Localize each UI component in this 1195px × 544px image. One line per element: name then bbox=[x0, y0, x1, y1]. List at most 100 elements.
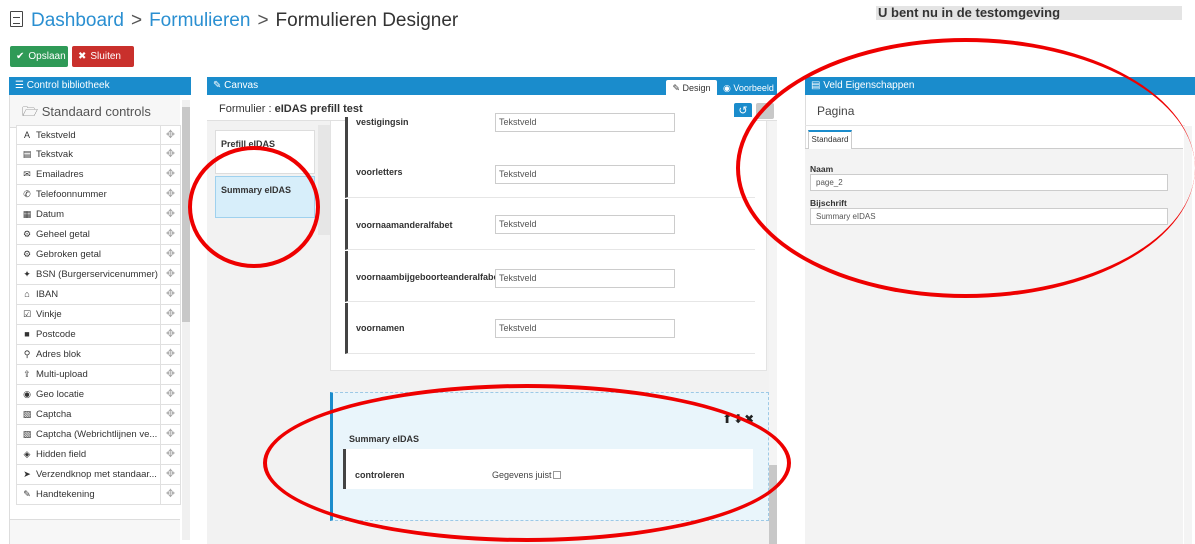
field-label: voorletters bbox=[356, 167, 403, 177]
library-item[interactable]: ▤ Tekstvak ✥ bbox=[16, 145, 181, 165]
library-item[interactable]: ⚙ Gebroken getal ✥ bbox=[16, 245, 181, 265]
properties-scrollbar[interactable] bbox=[1184, 126, 1192, 544]
library-item[interactable]: ⌂ IBAN ✥ bbox=[16, 285, 181, 305]
library-item-label: Hidden field bbox=[36, 449, 87, 460]
close-button[interactable]: ✖ Sluiten bbox=[72, 46, 134, 67]
drag-handle-icon[interactable]: ✥ bbox=[160, 285, 180, 304]
delete-icon[interactable]: ✖ bbox=[744, 412, 755, 426]
library-item-label: Handtekening bbox=[36, 489, 95, 500]
field-input[interactable]: Tekstveld bbox=[495, 319, 675, 338]
tab-standaard[interactable]: Standaard bbox=[808, 130, 852, 149]
control-icon: ▧ bbox=[22, 409, 32, 419]
library-item-label: Telefoonnummer bbox=[36, 189, 107, 200]
control-icon: ☑ bbox=[22, 309, 32, 319]
control-icon: ▧ bbox=[22, 429, 32, 439]
drag-handle-icon[interactable]: ✥ bbox=[160, 325, 180, 344]
field-input[interactable]: Tekstveld bbox=[495, 165, 675, 184]
drag-handle-icon[interactable]: ✥ bbox=[160, 485, 180, 504]
library-item-label: Vinkje bbox=[36, 309, 62, 320]
summary-field-row[interactable] bbox=[343, 449, 753, 489]
tab-design[interactable]: ✎ Design bbox=[666, 80, 717, 96]
library-item[interactable]: ✆ Telefoonnummer ✥ bbox=[16, 185, 181, 205]
settings-button[interactable] bbox=[756, 103, 774, 119]
library-item[interactable]: ◈ Hidden field ✥ bbox=[16, 445, 181, 465]
form-field-row[interactable]: voornamen Tekstveld bbox=[345, 303, 755, 354]
summary-checkbox[interactable] bbox=[552, 471, 561, 479]
field-input[interactable]: Tekstveld bbox=[495, 269, 675, 288]
form-field-row[interactable]: voornaambijgeboorteanderalfabet Tekstvel… bbox=[345, 251, 755, 302]
tab-preview-label: Voorbeeld bbox=[733, 83, 774, 93]
drag-handle-icon[interactable]: ✥ bbox=[160, 465, 180, 484]
library-item[interactable]: ▧ Captcha (Webrichtlijnen ve... ✥ bbox=[16, 425, 181, 445]
page-tab-summary[interactable]: Summary eIDAS bbox=[215, 176, 315, 218]
control-icon: A bbox=[23, 130, 30, 140]
library-item[interactable]: ⇪ Multi-upload ✥ bbox=[16, 365, 181, 385]
page-tab-prefill[interactable]: Prefill eIDAS bbox=[215, 130, 315, 174]
field-input[interactable]: Tekstveld bbox=[495, 113, 675, 132]
breadcrumb-dashboard-link[interactable]: Dashboard bbox=[31, 10, 124, 31]
drag-handle-icon[interactable]: ✥ bbox=[160, 205, 180, 224]
canvas-scrollbar-thumb[interactable] bbox=[769, 465, 777, 544]
breadcrumb-formulieren-link[interactable]: Formulieren bbox=[149, 10, 250, 31]
drag-handle-icon[interactable]: ✥ bbox=[160, 345, 180, 364]
library-item-label: Gebroken getal bbox=[36, 249, 101, 260]
tab-preview[interactable]: ◉ Voorbeeld bbox=[720, 80, 777, 96]
field-label: vestigingsin bbox=[356, 117, 409, 127]
drag-handle-icon[interactable]: ✥ bbox=[160, 185, 180, 204]
move-down-icon[interactable]: ⬇ bbox=[733, 412, 744, 426]
control-icon: ■ bbox=[24, 329, 30, 339]
breadcrumb-current: Formulieren Designer bbox=[275, 10, 459, 31]
library-item[interactable]: ✦ BSN (Burgerservicenummer) ✥ bbox=[16, 265, 181, 285]
library-item-label: Multi-upload bbox=[36, 369, 88, 380]
library-next-section[interactable] bbox=[10, 519, 180, 544]
library-item[interactable]: ✎ Handtekening ✥ bbox=[16, 485, 181, 505]
move-up-icon[interactable]: ⬆ bbox=[722, 412, 733, 426]
library-item-label: Captcha (Webrichtlijnen ve... bbox=[36, 429, 158, 440]
section-actions: ⬆⬇✖ bbox=[722, 412, 755, 426]
drag-handle-icon[interactable]: ✥ bbox=[160, 365, 180, 384]
form-field-row[interactable]: voorletters Tekstveld bbox=[345, 146, 755, 198]
drag-handle-icon[interactable]: ✥ bbox=[160, 145, 180, 164]
library-item[interactable]: ☑ Vinkje ✥ bbox=[16, 305, 181, 325]
name-field[interactable]: page_2 bbox=[810, 174, 1168, 191]
field-input[interactable]: Tekstveld bbox=[495, 215, 675, 234]
drag-handle-icon[interactable]: ✥ bbox=[160, 405, 180, 424]
library-item[interactable]: ■ Postcode ✥ bbox=[16, 325, 181, 345]
drag-handle-icon[interactable]: ✥ bbox=[160, 425, 180, 444]
name-label: Naam bbox=[810, 164, 834, 174]
library-item[interactable]: ⚲ Adres blok ✥ bbox=[16, 345, 181, 365]
drag-handle-icon[interactable]: ✥ bbox=[160, 385, 180, 404]
library-section-header[interactable]: 🗁 Standaard controls bbox=[10, 95, 180, 128]
check-icon: ✔ bbox=[16, 51, 25, 62]
drag-handle-icon[interactable]: ✥ bbox=[160, 225, 180, 244]
drag-handle-icon[interactable]: ✥ bbox=[160, 265, 180, 284]
library-item-label: Verzendknop met standaar... bbox=[36, 469, 157, 480]
edit-icon: ✎ bbox=[213, 80, 225, 91]
document-icon bbox=[10, 11, 23, 27]
drag-handle-icon[interactable]: ✥ bbox=[160, 305, 180, 324]
eye-icon: ◉ bbox=[723, 83, 734, 93]
properties-title: Pagina bbox=[805, 100, 1185, 126]
library-item[interactable]: ✉ Emailadres ✥ bbox=[16, 165, 181, 185]
drag-handle-icon[interactable]: ✥ bbox=[160, 165, 180, 184]
save-button[interactable]: ✔ Opslaan bbox=[10, 46, 68, 67]
control-icon: ✉ bbox=[23, 169, 31, 179]
control-icon: ✆ bbox=[23, 189, 31, 199]
caption-field[interactable]: Summary eIDAS bbox=[810, 208, 1168, 225]
library-item[interactable]: A Tekstveld ✥ bbox=[16, 125, 181, 145]
library-item[interactable]: ▦ Datum ✥ bbox=[16, 205, 181, 225]
drag-handle-icon[interactable]: ✥ bbox=[160, 245, 180, 264]
library-scrollbar-thumb[interactable] bbox=[182, 107, 190, 322]
library-item[interactable]: ⚙ Geheel getal ✥ bbox=[16, 225, 181, 245]
library-item-label: Tekstveld bbox=[36, 130, 76, 141]
library-item[interactable]: ➤ Verzendknop met standaar... ✥ bbox=[16, 465, 181, 485]
control-icon: ⚙ bbox=[22, 229, 32, 239]
drag-handle-icon[interactable]: ✥ bbox=[160, 126, 180, 144]
library-item[interactable]: ◉ Geo locatie ✥ bbox=[16, 385, 181, 405]
library-item[interactable]: ▧ Captcha ✥ bbox=[16, 405, 181, 425]
page-tab-label: Prefill eIDAS bbox=[221, 139, 276, 149]
drag-handle-icon[interactable]: ✥ bbox=[160, 445, 180, 464]
library-item-label: Tekstvak bbox=[36, 149, 73, 160]
form-field-row[interactable]: voornaamanderalfabet Tekstveld bbox=[345, 199, 755, 250]
control-icon: ⚲ bbox=[23, 349, 31, 359]
